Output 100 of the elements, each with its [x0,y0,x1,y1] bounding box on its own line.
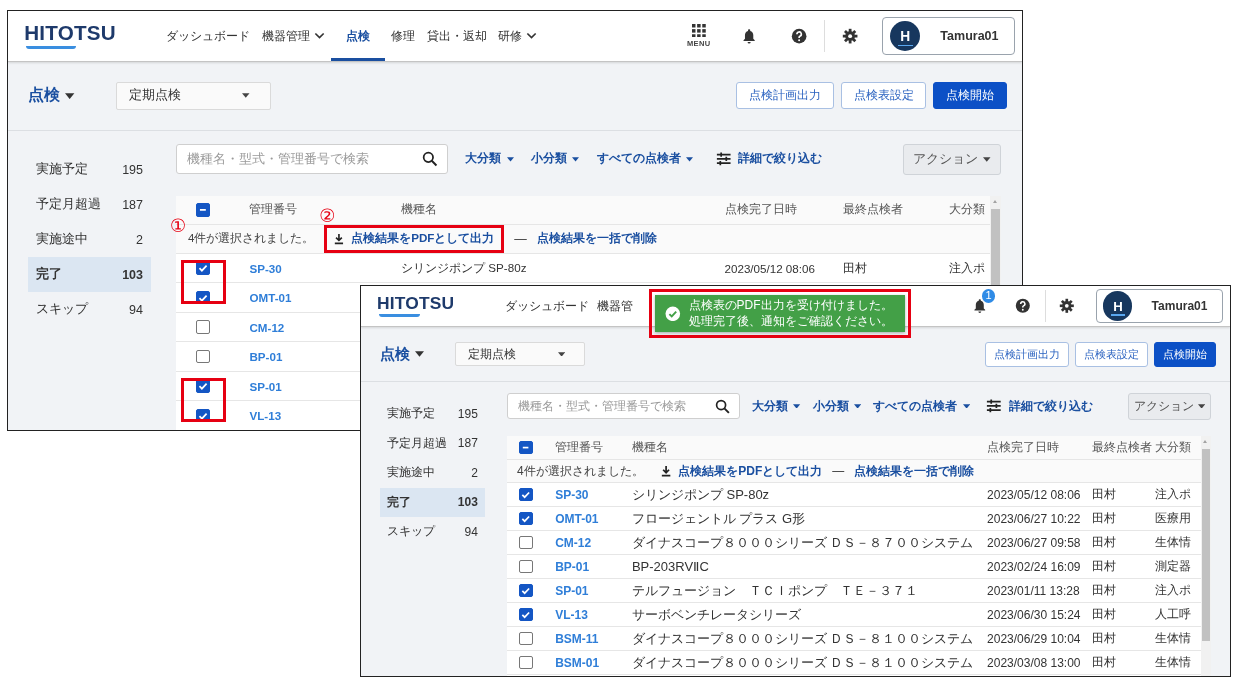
record-id-link[interactable]: BP-01 [249,350,283,363]
nav-tab[interactable]: 研修 [492,11,544,61]
sidebar-item[interactable]: スキップ 94 [28,292,151,328]
search-field[interactable]: 機種名・型式・管理番号で検索 [507,393,740,419]
export-pdf-link[interactable]: 点検結果をPDFとして出力 [660,462,823,480]
column-header: 大分類 [949,202,986,216]
checkbox[interactable] [519,440,533,455]
nav-tab[interactable]: 機器管 [592,286,637,326]
table-cell: 2023/03/08 13:00 [987,655,1081,670]
sidebar-count: 2 [136,232,143,247]
sidebar-item[interactable]: 実施予定 195 [28,152,151,188]
separator-dash: — [514,231,527,246]
record-id-link[interactable]: BP-01 [555,559,590,574]
page-title-menu[interactable]: 点検 [28,85,116,107]
checkbox[interactable] [519,607,533,622]
record-id-link[interactable]: SP-01 [249,379,282,393]
type-select[interactable]: 定期点検 [115,82,271,110]
download-icon [660,465,672,477]
outline-button[interactable]: 点検計画出力 [736,82,834,110]
action-menu-button[interactable]: アクション [1128,392,1211,420]
nav-tab[interactable]: 貸出・返却 [420,11,493,61]
filter-dropdown[interactable]: 大分類 [465,151,514,168]
table-cell: 2023/05/12 08:06 [724,261,815,275]
checkbox[interactable] [519,535,533,550]
table-cell: ダイナスコープ８０００シリーズ ＤＳ－８１００システム [631,630,974,646]
sidebar-item[interactable]: 完了 103 [28,257,151,293]
column-header: 管理番号 [555,440,604,454]
checkbox[interactable] [196,320,211,334]
sidebar-item[interactable]: 実施予定 195 [380,399,485,429]
record-id-link[interactable]: VL-13 [555,607,588,622]
filter-dropdown[interactable]: すべての点検者 [596,151,694,168]
type-select[interactable]: 定期点検 [455,342,585,366]
filter-dropdown[interactable]: すべての点検者 [873,397,970,415]
checkbox[interactable] [519,655,533,670]
nav-tab[interactable]: 機器管理 [256,11,331,61]
filter-dropdown[interactable]: 大分類 [752,397,801,415]
checkbox[interactable] [196,202,211,217]
checkbox[interactable] [519,583,533,598]
sidebar-label: 実施予定 [35,161,88,179]
checkbox[interactable] [519,487,533,502]
primary-button[interactable]: 点検開始 [1154,341,1216,367]
user-menu-button[interactable]: H Tamura01 [1095,289,1223,323]
record-id-link[interactable]: CM-12 [249,320,285,334]
bulk-delete-link[interactable]: 点検結果を一括で削除 [536,231,657,247]
search-field[interactable]: 機種名・型式・管理番号で検索 [175,144,448,175]
page-title-menu[interactable]: 点検 [380,344,455,364]
caret-icon [793,403,801,409]
sidebar-item[interactable]: 完了 103 [380,487,485,517]
export-pdf-link[interactable]: 点検結果をPDFとして出力 [334,231,495,247]
record-id-link[interactable]: OMT-01 [555,511,599,526]
checkbox[interactable] [196,349,211,364]
table-cell: 2023/01/11 13:28 [987,583,1080,598]
settings-icon [1059,298,1075,314]
logo[interactable]: HITOTSU [24,22,116,50]
check-circle-icon [665,305,681,322]
settings-icon [841,27,858,45]
nav-tab[interactable]: 修理 [385,11,421,61]
action-menu-button[interactable]: アクション [903,143,1001,175]
logo[interactable]: HITOTSU [377,294,455,318]
notifications-button[interactable]: 1 [958,288,1002,324]
checkbox[interactable] [519,559,533,574]
record-id-link[interactable]: BSM-01 [555,655,600,670]
checkbox[interactable] [519,631,533,646]
scrollbar[interactable] [990,195,1001,288]
primary-button[interactable]: 点検開始 [933,82,1007,110]
sidebar-item[interactable]: 実施途中 2 [380,458,485,488]
table-cell: シリンジポンプ SP-80z [631,486,770,502]
nav-tab[interactable]: ダッシュボード [160,11,257,61]
outline-button[interactable]: 点検計画出力 [985,341,1069,367]
nav-tab[interactable]: 点検 [330,11,386,61]
sidebar-item[interactable]: 実施途中 2 [28,222,151,258]
sidebar-item[interactable]: スキップ 94 [380,517,485,547]
search-icon [715,398,731,414]
nav-tab[interactable]: ダッシュボード [500,286,593,326]
table-cell: テルフュージョン ＴＣＩポンプ ＴＥ－３７１ [631,582,918,598]
record-id-link[interactable]: SP-30 [555,487,589,502]
record-id-link[interactable]: VL-13 [249,409,282,422]
sidebar-count: 94 [464,524,478,539]
record-id-link[interactable]: OMT-01 [249,291,292,304]
user-menu-button[interactable]: H Tamura01 [882,17,1015,55]
advanced-filter-button[interactable]: 詳細で絞り込む [985,397,1093,415]
bulk-delete-link[interactable]: 点検結果を一括で削除 [854,462,975,480]
column-header: 機種名 [631,440,668,454]
outline-button[interactable]: 点検表設定 [1075,341,1148,367]
record-id-link[interactable]: BSM-11 [555,631,599,646]
checkbox[interactable] [519,511,533,526]
chevron-icon [314,32,326,40]
filter-dropdown[interactable]: 小分類 [530,151,580,168]
sidebar-item[interactable]: 予定月超過 187 [28,187,151,223]
record-id-link[interactable]: SP-01 [555,583,589,598]
advanced-filter-button[interactable]: 詳細で絞り込む [715,151,823,168]
table-cell: 田村 [843,260,868,274]
table-cell: 田村 [1091,487,1116,501]
record-id-link[interactable]: SP-30 [249,261,282,275]
record-id-link[interactable]: CM-12 [555,535,592,550]
outline-button[interactable]: 点検表設定 [840,82,927,110]
sidebar-item[interactable]: 予定月超過 187 [380,428,485,458]
scrollbar[interactable] [1200,436,1211,676]
filter-dropdown[interactable]: 小分類 [812,397,862,415]
column-header: 管理番号 [249,202,298,216]
